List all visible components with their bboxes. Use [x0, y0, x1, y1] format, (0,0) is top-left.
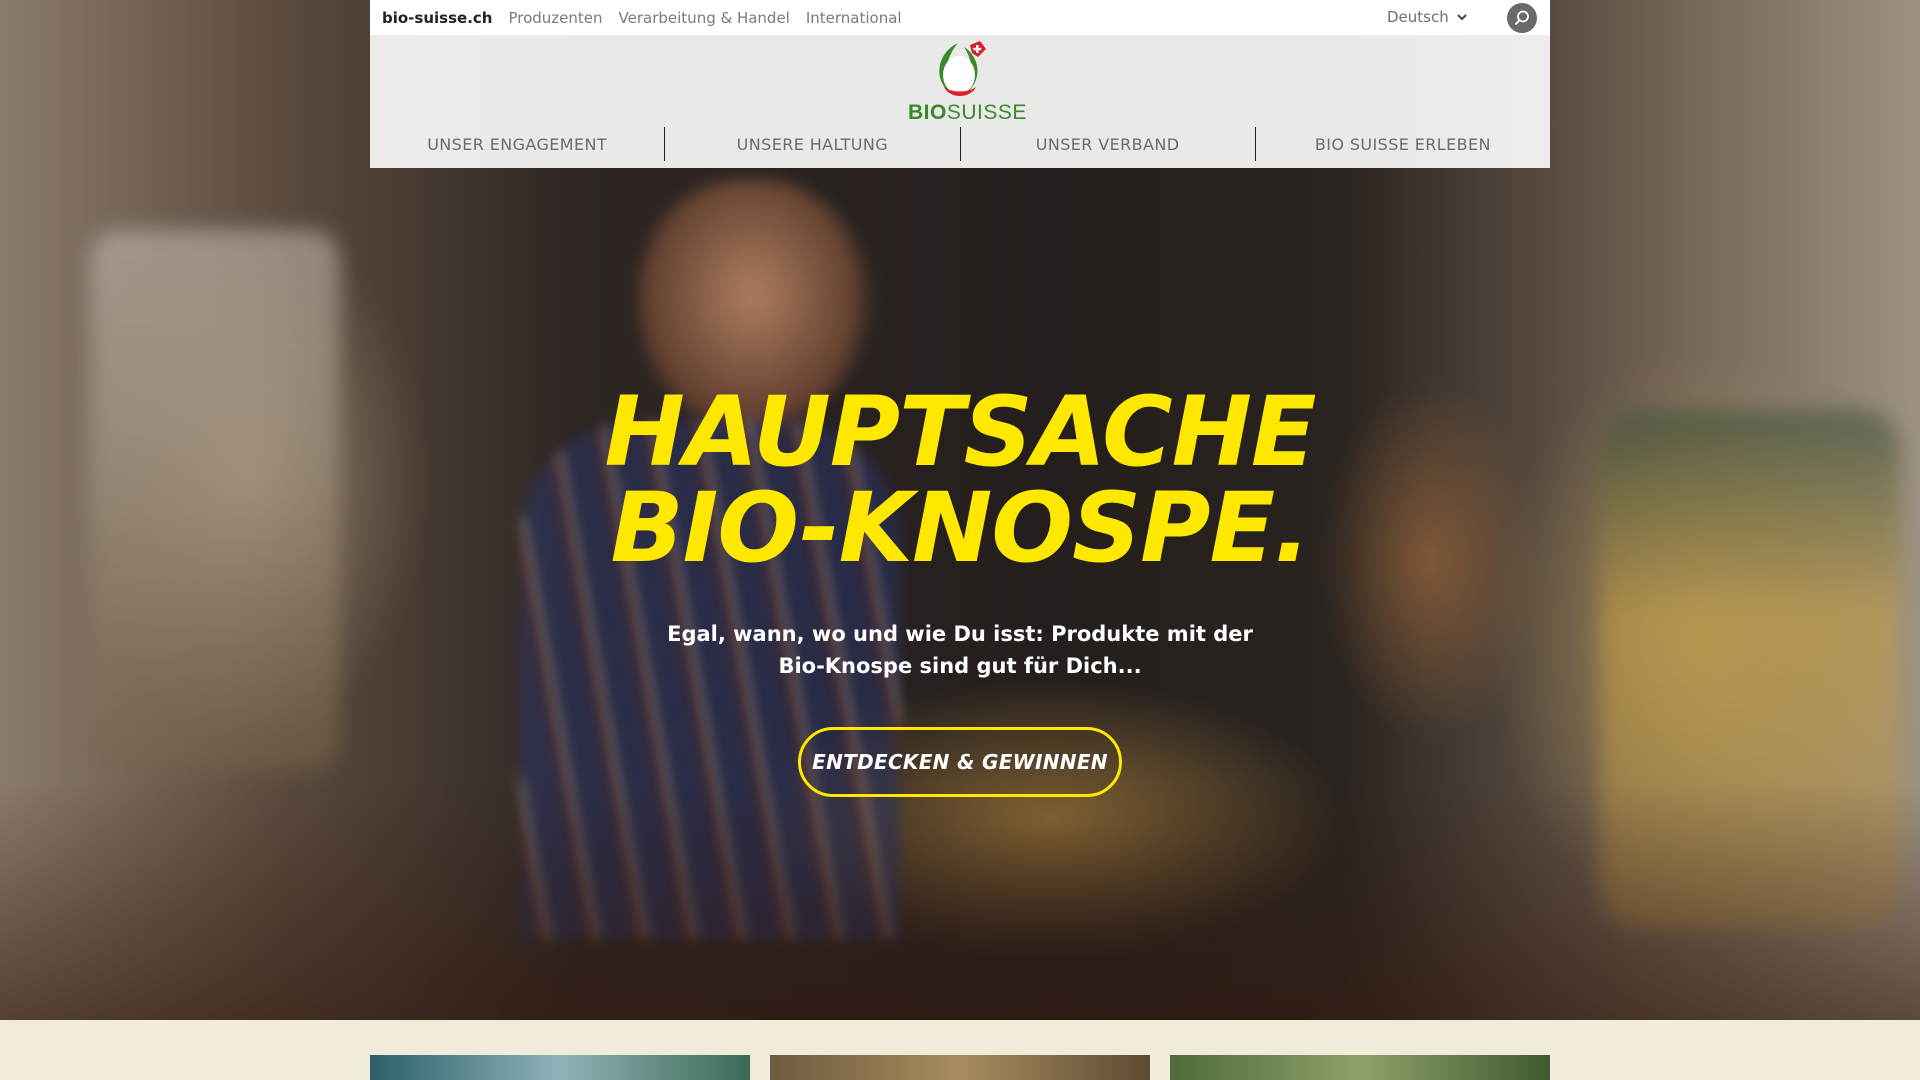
- logo-wordmark: BIOSUISSE: [908, 101, 1027, 125]
- search-icon: [1514, 10, 1529, 26]
- teaser-card-3[interactable]: [1170, 1055, 1550, 1080]
- nav-item-unser-engagement[interactable]: UNSER ENGAGEMENT: [370, 127, 666, 161]
- site-header: BIOSUISSE UNSER ENGAGEMENT UNSERE HALTUN…: [370, 35, 1550, 168]
- meta-bar: bio-suisse.ch Produzenten Verarbeitung &…: [370, 0, 1550, 35]
- nav-item-bio-suisse-erleben[interactable]: BIO SUISSE ERLEBEN: [1256, 127, 1550, 161]
- language-label: Deutsch: [1387, 8, 1449, 26]
- meta-link-bio-suisse[interactable]: bio-suisse.ch: [382, 9, 492, 27]
- hero-subline: Egal, wann, wo und wie Du isst: Produkte…: [0, 618, 1920, 682]
- language-selector[interactable]: Deutsch: [1387, 8, 1467, 26]
- background-shade: [0, 780, 1920, 1020]
- discover-and-win-button[interactable]: ENTDECKEN & GEWINNEN: [798, 727, 1122, 797]
- chevron-down-icon: [1457, 14, 1467, 21]
- knospe-logo-icon: [939, 41, 986, 96]
- teaser-card-1[interactable]: [370, 1055, 750, 1080]
- teaser-card-2[interactable]: [770, 1055, 1150, 1080]
- hero-subline-line-1: Egal, wann, wo und wie Du isst: Produkte…: [667, 622, 1253, 646]
- nav-item-unsere-haltung[interactable]: UNSERE HALTUNG: [665, 127, 961, 161]
- hero-headline: HAUPTSACHE BIO-KNOSPE.: [0, 384, 1920, 576]
- meta-link-international[interactable]: International: [806, 9, 902, 27]
- nav-item-unser-verband[interactable]: UNSER VERBAND: [961, 127, 1256, 161]
- meta-link-produzenten[interactable]: Produzenten: [508, 9, 602, 27]
- meta-link-verarbeitung-handel[interactable]: Verarbeitung & Handel: [619, 9, 790, 27]
- logo-suisse-text: SUISSE: [946, 101, 1027, 124]
- search-button[interactable]: [1507, 3, 1537, 33]
- main-navigation: UNSER ENGAGEMENT UNSERE HALTUNG UNSER VE…: [370, 127, 1550, 161]
- hero-subline-line-2: Bio-Knospe sind gut für Dich...: [778, 654, 1142, 678]
- bio-suisse-logo[interactable]: BIOSUISSE: [906, 39, 1026, 129]
- hero-headline-line-1: HAUPTSACHE: [604, 376, 1317, 488]
- hero-headline-line-2: BIO-KNOSPE.: [610, 472, 1310, 584]
- meta-links: bio-suisse.ch Produzenten Verarbeitung &…: [382, 9, 918, 27]
- logo-bio-text: BIO: [908, 101, 947, 124]
